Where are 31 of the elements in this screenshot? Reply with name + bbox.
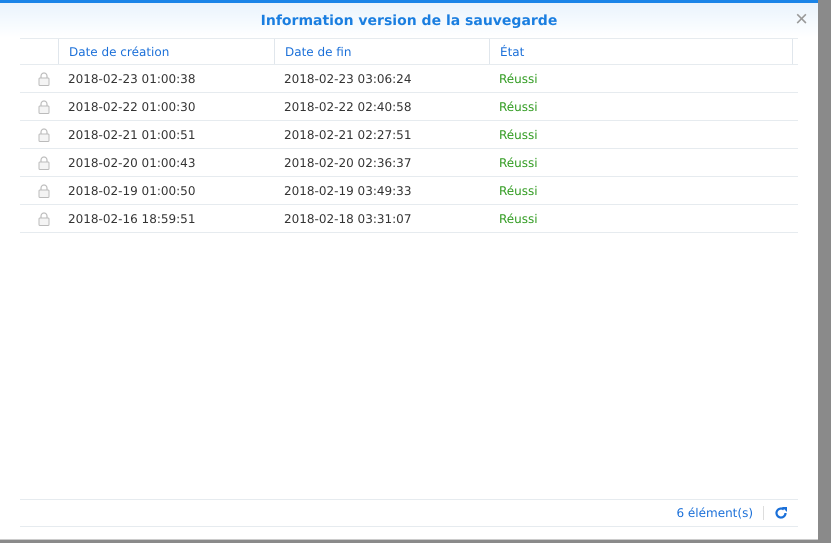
table-cell-text: 2018-02-18 03:31:07: [283, 212, 412, 226]
column-header[interactable]: Date de fin: [274, 39, 489, 64]
status-cell-text: Réussi: [498, 156, 539, 170]
status-cell-text: Réussi: [498, 72, 539, 86]
table-cell-text: 2018-02-23 03:06:24: [283, 72, 412, 86]
column-header[interactable]: État: [489, 39, 792, 64]
status-cell-text: Réussi: [498, 100, 539, 114]
status-cell-text: Réussi: [498, 212, 539, 226]
lock-icon: [38, 72, 50, 86]
table-cell-text: 2018-02-19 01:00:50: [67, 184, 196, 198]
table-cell-text: 2018-02-21 02:27:51: [283, 128, 412, 142]
table-cell-text: 2018-02-21 01:00:51: [67, 128, 196, 142]
table-cell-text: 2018-02-16 18:59:51: [67, 212, 196, 226]
table-cell-text: 2018-02-20 01:00:43: [67, 156, 196, 170]
dialog-title: Information version de la sauvegarde: [260, 12, 558, 28]
lock-icon: [38, 212, 50, 226]
lock-icon: [38, 156, 50, 170]
item-count: 6 élément(s): [676, 506, 764, 520]
lock-icon: [38, 100, 50, 114]
table-cell-text: 2018-02-23 01:00:38: [67, 72, 196, 86]
status-cell-text: Réussi: [498, 184, 539, 198]
table-cell-text: 2018-02-22 01:00:30: [67, 100, 196, 114]
table-cell-text: 2018-02-20 02:36:37: [283, 156, 412, 170]
table-cell-text: 2018-02-22 02:40:58: [283, 100, 412, 114]
table-cell-text: 2018-02-19 03:49:33: [283, 184, 412, 198]
status-cell-text: Réussi: [498, 128, 539, 142]
close-button[interactable]: ×: [791, 7, 812, 31]
refresh-icon[interactable]: [774, 506, 788, 520]
lock-icon: [38, 128, 50, 142]
column-header[interactable]: Date de création: [58, 39, 274, 64]
lock-icon: [38, 184, 50, 198]
